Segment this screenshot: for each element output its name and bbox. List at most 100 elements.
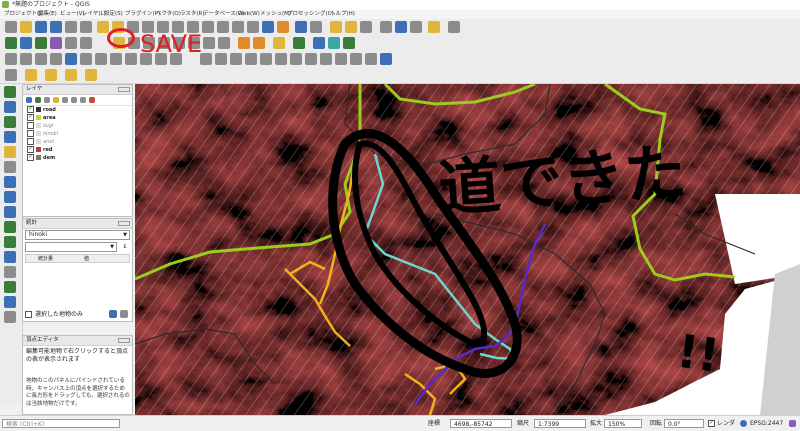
selected-only-checkbox[interactable] <box>25 311 32 318</box>
magnifier-field[interactable]: 150% <box>604 419 642 428</box>
messages-icon[interactable] <box>789 420 796 427</box>
shape-ellipse-icon[interactable] <box>25 69 37 81</box>
digitize-icon-4[interactable] <box>50 53 62 65</box>
layer-row-red[interactable]: ✓ red <box>27 146 52 154</box>
menu-raster[interactable]: ラスタ(R) <box>180 10 205 19</box>
shape-digitize-icon[interactable] <box>380 53 392 65</box>
new-geopackage-icon[interactable] <box>4 311 16 323</box>
layer-select[interactable]: hinoki ▼ <box>25 230 130 240</box>
zoom-last-icon[interactable] <box>217 21 229 33</box>
zoom-next-icon[interactable] <box>232 21 244 33</box>
layer-checkbox-ariol[interactable] <box>27 138 34 145</box>
add-wfs-layer-icon[interactable] <box>4 191 16 203</box>
digitize-icon-9[interactable] <box>125 53 137 65</box>
add-vector-layer-icon[interactable] <box>4 86 16 98</box>
expression-icon[interactable]: ε <box>120 242 130 252</box>
add-raster-layer-icon[interactable] <box>4 101 16 113</box>
render-checkbox[interactable]: ✓ <box>708 420 715 427</box>
menu-view[interactable]: ビュー(V) <box>60 10 85 19</box>
plugin-icon-3[interactable] <box>343 37 355 49</box>
advanced-digitize-icon-5[interactable] <box>260 53 272 65</box>
layer-checkbox-area[interactable]: ✓ <box>27 114 34 121</box>
advanced-digitize-icon-11[interactable] <box>350 53 362 65</box>
digitize-icon-7[interactable] <box>95 53 107 65</box>
menu-web[interactable]: Web(W) <box>238 10 260 19</box>
collapse-all-icon[interactable] <box>80 97 86 103</box>
layer-row-dem[interactable]: ✓ dem <box>27 154 55 162</box>
add-oracle-layer-icon[interactable] <box>4 266 16 278</box>
filter-legend-icon[interactable] <box>53 97 59 103</box>
deselect-icon[interactable] <box>360 21 372 33</box>
digitize-icon-6[interactable] <box>80 53 92 65</box>
digitize-icon-3[interactable] <box>35 53 47 65</box>
digitize-icon-5[interactable] <box>65 53 77 65</box>
pan-icon[interactable] <box>97 21 109 33</box>
locator-search-input[interactable]: 検索 (Ctrl+K) <box>2 419 120 428</box>
undo-icon[interactable] <box>238 37 250 49</box>
remove-layer-icon[interactable] <box>89 97 95 103</box>
scale-field[interactable]: 1:7399 <box>534 419 586 428</box>
layer-checkbox-dem[interactable]: ✓ <box>27 154 34 161</box>
digitize-icon-2[interactable] <box>20 53 32 65</box>
layer-row-area[interactable]: ✓ area <box>27 114 56 122</box>
menu-vector[interactable]: ベクタ(O) <box>156 10 181 19</box>
copy-stats-icon[interactable] <box>120 310 128 318</box>
new-shapefile-icon[interactable] <box>4 296 16 308</box>
advanced-digitize-icon-6[interactable] <box>275 53 287 65</box>
attribute-table-icon[interactable] <box>380 21 392 33</box>
shape-circle-icon[interactable] <box>5 69 17 81</box>
menu-layer[interactable]: レイヤ(L) <box>82 10 106 19</box>
filter-expression-icon[interactable] <box>62 97 68 103</box>
advanced-digitize-icon-4[interactable] <box>245 53 257 65</box>
data-source-manager-icon[interactable] <box>5 37 17 49</box>
layer-checkbox-sugi[interactable] <box>27 122 34 129</box>
identify-icon[interactable] <box>295 21 307 33</box>
zoom-native-icon[interactable] <box>202 21 214 33</box>
select-features-icon[interactable] <box>330 21 342 33</box>
globe-icon[interactable] <box>740 420 747 427</box>
menu-settings[interactable]: 設定(S) <box>104 10 123 19</box>
add-delimited-layer-icon[interactable] <box>4 146 16 158</box>
advanced-digitize-icon-8[interactable] <box>305 53 317 65</box>
expand-all-icon[interactable] <box>71 97 77 103</box>
annotation-icon[interactable] <box>428 21 440 33</box>
add-group-icon[interactable] <box>35 97 41 103</box>
statistics-icon[interactable] <box>410 21 422 33</box>
panel-float-close-icon[interactable] <box>118 221 130 226</box>
add-wms-layer-icon[interactable] <box>4 131 16 143</box>
field-calculator-icon[interactable] <box>395 21 407 33</box>
advanced-digitize-icon-9[interactable] <box>320 53 332 65</box>
menu-edit[interactable]: 編集(E) <box>38 10 57 19</box>
snapping-icon[interactable] <box>365 53 377 65</box>
select-by-value-icon[interactable] <box>345 21 357 33</box>
add-delimited-icon[interactable] <box>65 37 77 49</box>
open-styling-icon[interactable] <box>26 97 32 103</box>
save-project-icon[interactable] <box>35 21 47 33</box>
refresh-stats-icon[interactable] <box>109 310 117 318</box>
new-project-icon[interactable] <box>5 21 17 33</box>
advanced-digitize-icon-3[interactable] <box>230 53 242 65</box>
layer-row-ariol[interactable]: ariol <box>27 138 54 146</box>
add-wcs-layer-icon[interactable] <box>4 206 16 218</box>
add-spatialite-layer-icon[interactable] <box>4 161 16 173</box>
new-layer-icon[interactable] <box>20 37 32 49</box>
layer-checkbox-hinoki[interactable] <box>27 130 34 137</box>
plugin-icon-2[interactable] <box>328 37 340 49</box>
advanced-digitize-icon-10[interactable] <box>335 53 347 65</box>
save-as-icon[interactable] <box>50 21 62 33</box>
advanced-digitize-icon-7[interactable] <box>290 53 302 65</box>
menu-processing[interactable]: プロセッシング(C) <box>287 10 334 19</box>
python-console-icon[interactable] <box>293 37 305 49</box>
paste-features-icon[interactable] <box>218 37 230 49</box>
coordinate-field[interactable]: 4698,-85742 <box>450 419 512 428</box>
action-icon[interactable] <box>310 21 322 33</box>
add-mssql-layer-icon[interactable] <box>4 236 16 248</box>
layer-row-sugi[interactable]: sugi <box>27 122 53 130</box>
refresh-icon[interactable] <box>277 21 289 33</box>
add-postgis-layer-icon[interactable] <box>4 176 16 188</box>
copy-features-icon[interactable] <box>203 37 215 49</box>
temporal-controller-icon[interactable] <box>262 21 274 33</box>
menu-help[interactable]: ヘルプ(H) <box>330 10 355 19</box>
layer-checkbox-red[interactable]: ✓ <box>27 146 34 153</box>
field-select[interactable]: ▼ <box>25 242 117 252</box>
